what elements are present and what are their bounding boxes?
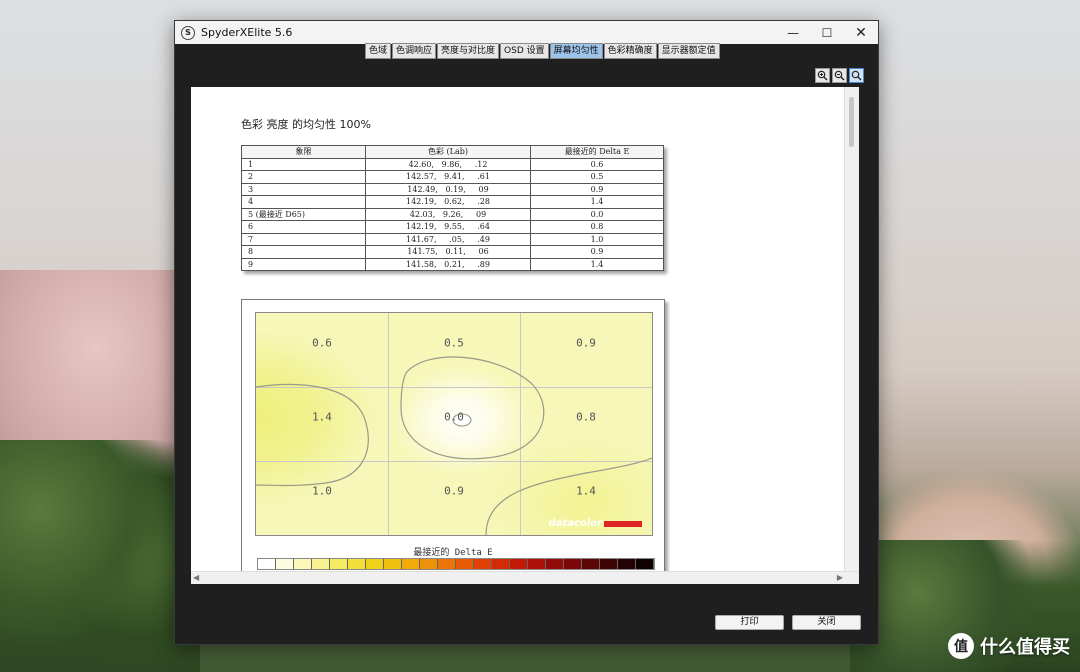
brand-bar [604,520,642,527]
desktop-trees-left [0,440,200,672]
quadrant-cell: 5 (最接近 D65) [241,207,366,221]
quadrant-cell: 7 [241,232,366,246]
delta-e-cell: 0.8 [530,220,664,234]
watermark-text: 什么值得买 [980,637,1070,658]
watermark-logo-icon: 值 [948,633,974,659]
quadrant-value: 0.9 [576,336,596,350]
print-button[interactable]: 打印 [715,615,784,630]
lab-cell: 141.75, 0.11, 06 [365,245,531,259]
minimize-button[interactable]: — [776,21,810,44]
tab-osd-settings[interactable]: OSD 设置 [500,43,549,59]
window-title: SpyderXElite 5.6 [201,26,293,39]
delta-e-cell: 0.6 [530,157,664,171]
delta-e-cell: 1.4 [530,257,664,271]
quadrant-value: 1.4 [312,410,332,424]
quadrant-value: 1.0 [312,484,332,498]
watermark: 值 什么值得买 [948,633,1070,659]
delta-e-cell: 0.9 [530,182,664,196]
scroll-thumb[interactable] [849,97,854,147]
app-logo-icon: S [181,25,195,40]
quadrant-value: 0.9 [444,484,464,498]
table-row: 3 142.49, 0.19, 09 0.9 [241,182,664,196]
delta-e-cell: 1.4 [530,195,664,209]
delta-e-cell: 0.9 [530,245,664,259]
zoom-fit-icon[interactable] [849,68,864,83]
report-viewer[interactable]: 色彩 亮度 的均匀性 100% 象限 色彩 (Lab) 最接近的 Delta E… [191,87,859,584]
table-row: 8 141.75, 0.11, 06 0.9 [241,245,664,259]
zoom-in-icon[interactable] [815,68,830,83]
table-row: 7 141.67, .05, .49 1.0 [241,232,664,246]
table-row: 4 142.19, 0.62, .28 1.4 [241,195,664,209]
quadrant-value: 0.5 [444,336,464,350]
delta-e-cell: 0.0 [530,207,664,221]
delta-e-color-scale [257,558,655,570]
tab-gamut[interactable]: 色域 [365,43,392,59]
quadrant-value: 0.6 [312,336,332,350]
col-delta-e: 最接近的 Delta E [530,145,664,159]
quadrant-cell: 9 [241,257,366,271]
uniformity-table: 象限 色彩 (Lab) 最接近的 Delta E 1 42.60, 9.86, .… [241,145,664,271]
tab-display-rating[interactable]: 显示器额定值 [657,43,720,59]
quadrant-value: 0.0 [444,410,464,424]
table-row: 6 142.19, 9.55, .64 0.8 [241,220,664,234]
delta-e-cell: 0.5 [530,170,664,184]
horizontal-scrollbar[interactable]: ◀ ▶ [191,571,859,584]
lab-cell: 142.19, 0.62, .28 [365,195,531,209]
zoom-out-icon[interactable] [832,68,847,83]
brand-text: datacolor [548,518,602,529]
lab-cell: 141.67, .05, .49 [365,232,531,246]
tab-screen-uniformity[interactable]: 屏幕均匀性 [549,43,603,59]
quadrant-cell: 3 [241,182,366,196]
lab-cell: 142.19, 9.55, .64 [365,220,531,234]
close-button[interactable]: 关闭 [792,615,861,630]
tab-tone-response[interactable]: 色调响应 [392,43,437,59]
close-window-button[interactable]: ✕ [844,21,878,44]
lab-cell: 142.49, 0.19, 09 [365,182,531,196]
quadrant-cell: 6 [241,220,366,234]
uniformity-plot: 0.6 0.5 0.9 1.4 0.0 0.8 1.0 0.9 1.4 data… [241,299,665,581]
app-window: S SpyderXElite 5.6 — ☐ ✕ 色域 色调响应 亮度与对比度 … [174,20,879,645]
quadrant-value: 1.4 [576,484,596,498]
datacolor-logo: datacolor [549,518,642,529]
table-row: 2 142.57, 9.41, .61 0.5 [241,170,664,184]
scroll-right-icon[interactable]: ▶ [837,573,843,582]
uniformity-heatmap: 0.6 0.5 0.9 1.4 0.0 0.8 1.0 0.9 1.4 data… [255,312,653,536]
table-row: 9 141.58, 0.21, .89 1.4 [241,257,664,271]
quadrant-cell: 4 [241,195,366,209]
quadrant-cell: 1 [241,157,366,171]
maximize-button[interactable]: ☐ [810,21,844,44]
legend-title: 最接近的 Delta E [413,548,493,558]
table-row: 1 42.60, 9.86, .12 0.6 [241,157,664,171]
col-color-lab: 色彩 (Lab) [365,145,531,159]
delta-e-cell: 1.0 [530,232,664,246]
tab-color-accuracy[interactable]: 色彩精确度 [603,43,657,59]
title-bar[interactable]: S SpyderXElite 5.6 — ☐ ✕ [175,21,878,44]
tab-brightness-contrast[interactable]: 亮度与对比度 [437,43,500,59]
table-row: 5 (最接近 D65) 42.03, 9.26, 09 0.0 [241,207,664,221]
col-quadrant: 象限 [241,145,366,159]
lab-cell: 142.57, 9.41, .61 [365,170,531,184]
quadrant-value: 0.8 [576,410,596,424]
lab-cell: 141.58, 0.21, .89 [365,257,531,271]
lab-cell: 42.03, 9.26, 09 [365,207,531,221]
report-title: 色彩 亮度 的均匀性 100% [241,118,371,131]
vertical-scrollbar[interactable] [844,87,859,572]
zoom-toolbar [815,68,864,83]
quadrant-cell: 8 [241,245,366,259]
lab-cell: 42.60, 9.86, .12 [365,157,531,171]
tab-bar: 色域 色调响应 亮度与对比度 OSD 设置 屏幕均匀性 色彩精确度 显示器额定值 [365,43,721,59]
quadrant-cell: 2 [241,170,366,184]
scroll-left-icon[interactable]: ◀ [193,573,199,582]
